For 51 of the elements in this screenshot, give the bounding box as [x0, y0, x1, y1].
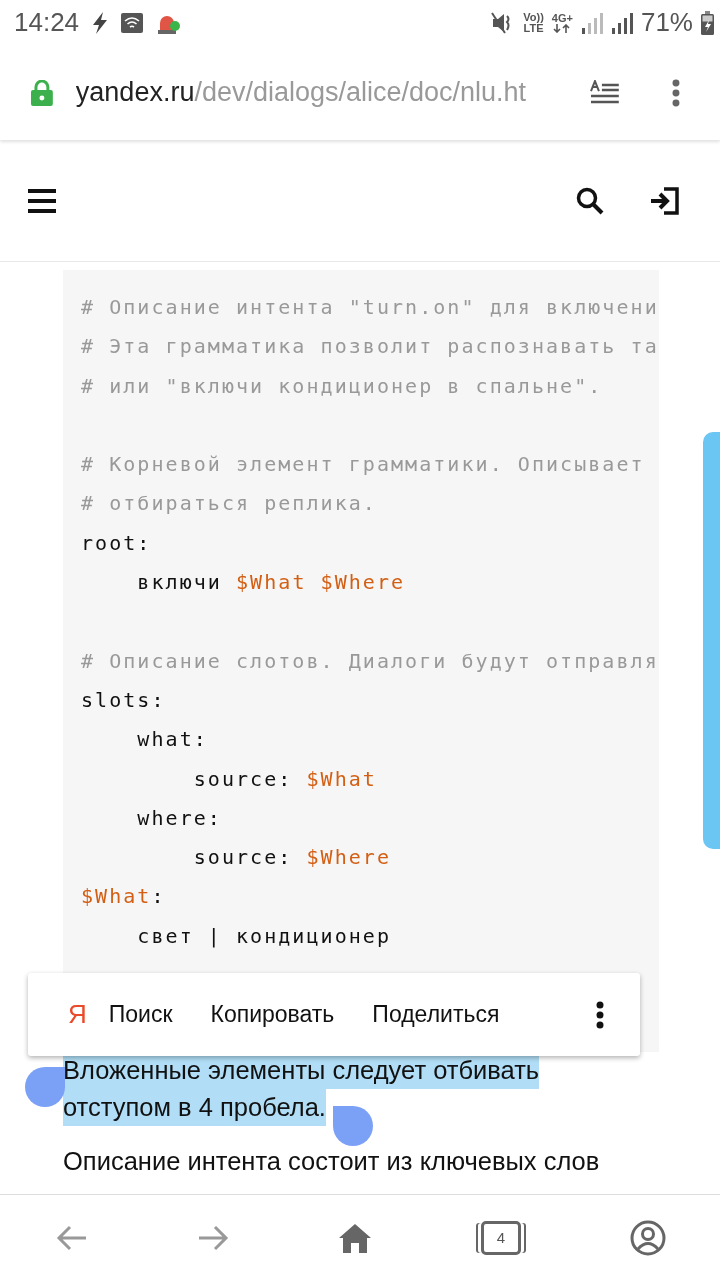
code-text: $Where: [306, 845, 391, 870]
battery-charging-icon: [701, 10, 714, 35]
code-text: # Корневой элемент грамматики. Описывает: [81, 452, 645, 477]
code-text: source:: [192, 845, 294, 870]
selection-handle[interactable]: [25, 1067, 65, 1107]
signal-icon: [610, 11, 633, 34]
data-arrows-icon: [553, 23, 572, 33]
search-icon[interactable]: [576, 186, 604, 215]
volte-label: Vo)): [523, 11, 544, 23]
menu-action[interactable]: Копировать: [210, 991, 335, 1038]
profile-icon[interactable]: [630, 1219, 666, 1256]
code-text: root:: [81, 530, 152, 555]
home-icon[interactable]: [338, 1222, 372, 1253]
paragraph-text: Описание интента состоит из ключевых слов: [63, 1146, 600, 1178]
back-icon[interactable]: [56, 1223, 88, 1252]
forward-icon[interactable]: [197, 1223, 229, 1252]
edge-panel-handle[interactable]: [703, 432, 720, 849]
clock-time: 14:24: [14, 7, 80, 38]
code-text: $What: [306, 766, 377, 791]
code-text: # Эта грамматика позволит распознавать та: [81, 334, 659, 359]
battery-percent: 71%: [640, 7, 693, 38]
code-text: :: [151, 884, 166, 909]
selection-handle[interactable]: [333, 1106, 373, 1146]
menu-action[interactable]: Поиск: [108, 991, 173, 1038]
lte-label: LTE: [523, 22, 544, 34]
code-text: what:: [136, 727, 208, 752]
more-icon[interactable]: [596, 1000, 604, 1029]
menu-action[interactable]: Поделиться: [372, 991, 500, 1038]
code-text: slots:: [81, 687, 166, 712]
code-text: $What: [236, 570, 307, 595]
paragraph-text: отступом в 4 пробела.: [63, 1089, 326, 1127]
signal-icon: [580, 11, 603, 34]
reader-mode-icon[interactable]: [590, 79, 621, 106]
code-text: # или "включи кондиционер в спальне".: [81, 373, 603, 398]
code-text: свет | кондиционер: [136, 923, 391, 948]
yandex-logo: Я: [68, 999, 87, 1030]
flash-icon: [91, 11, 110, 34]
code-text: $Where: [319, 570, 406, 595]
code-text: включи: [136, 570, 223, 595]
code-text: source:: [192, 766, 294, 791]
menu-icon[interactable]: [28, 188, 56, 213]
code-text: # отбираться реплика.: [81, 491, 377, 516]
wifi-icon: [121, 12, 144, 33]
lock-icon: [30, 79, 54, 106]
login-icon[interactable]: [650, 186, 680, 215]
network-type: 4G+: [551, 12, 573, 24]
code-text: # Описание слотов. Диалоги будут отправля: [81, 648, 659, 673]
code-text: where:: [136, 805, 222, 830]
code-text: # Описание интента "turn.on" для включени: [81, 295, 659, 319]
code-text: $What: [81, 884, 152, 909]
address-field[interactable]: yandex.ru/dev/dialogs/alice/doc/nlu.ht: [75, 77, 569, 108]
